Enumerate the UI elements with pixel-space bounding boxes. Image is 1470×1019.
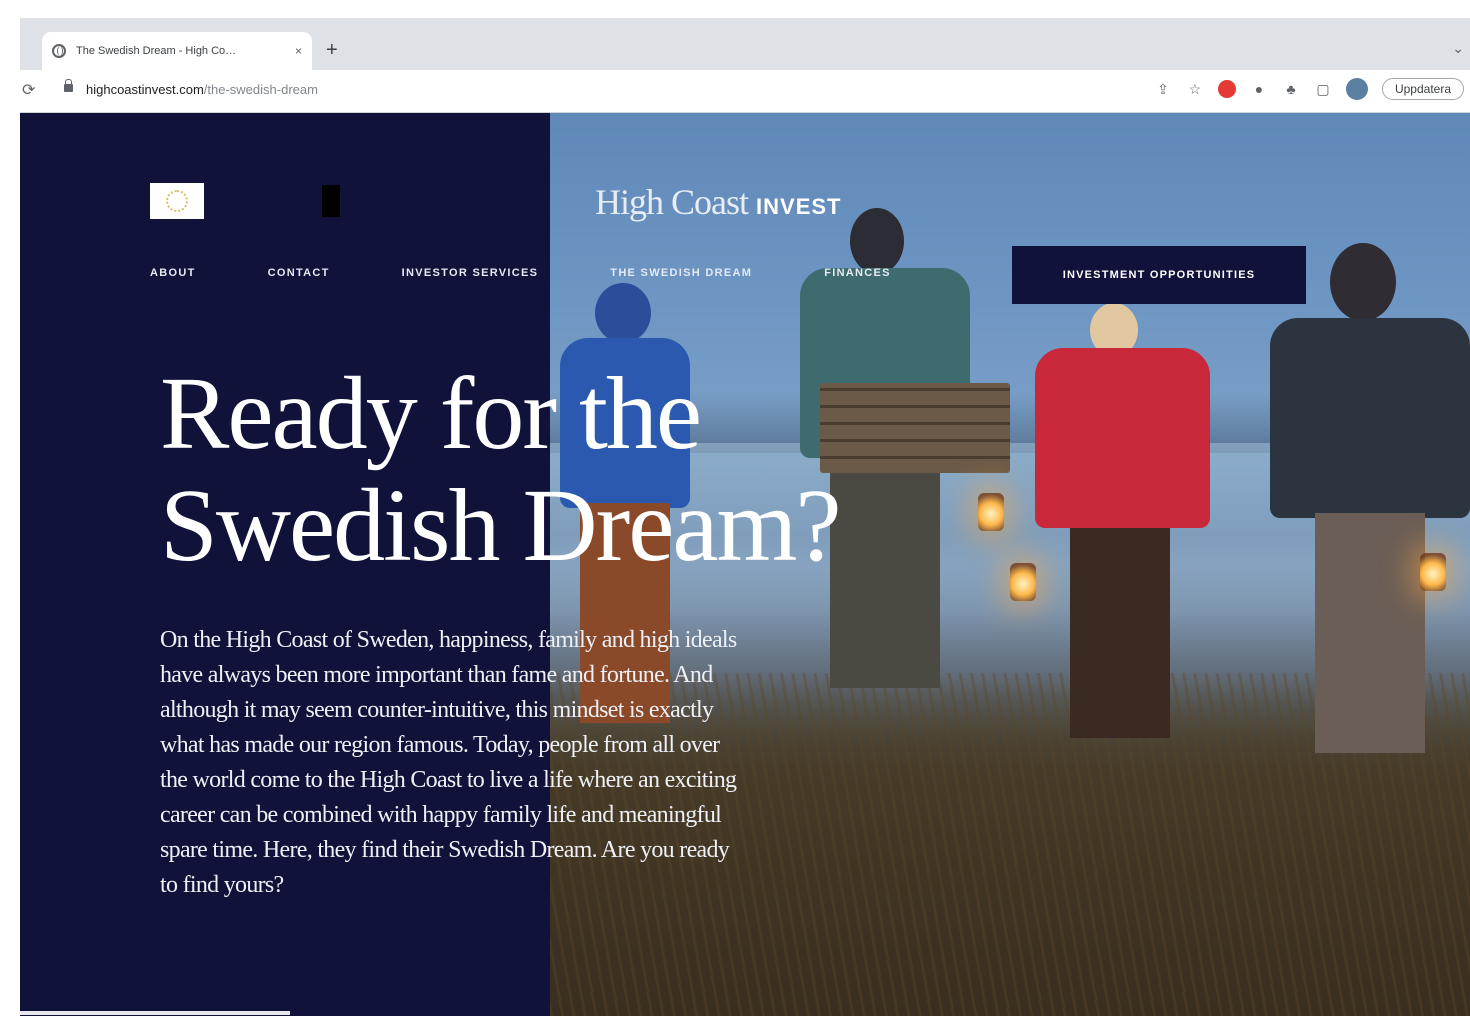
eu-flag-logo [150, 183, 204, 219]
eu-stars-icon [166, 190, 188, 212]
tab-search-icon[interactable]: ⌄ [1452, 40, 1464, 57]
extension-icon[interactable]: ● [1250, 80, 1268, 98]
hero-headline: Ready for the Swedish Dream? [160, 356, 842, 583]
partner-logo-mark [322, 185, 340, 217]
sidepanel-icon[interactable]: ▢ [1314, 80, 1332, 98]
brand-logo[interactable]: High Coast INVEST [595, 181, 841, 223]
brand-serif: High Coast [595, 182, 749, 222]
browser-tab-bar: The Swedish Dream - High Co… × + ⌄ [20, 18, 1470, 70]
url-path: /the-swedish-dream [203, 82, 318, 97]
new-tab-button[interactable]: + [326, 40, 338, 60]
tab-close-icon[interactable]: × [295, 44, 302, 58]
browser-toolbar: ⇪ ☆ ● ♣ ▢ Uppdatera [1154, 78, 1464, 100]
tab-title: The Swedish Dream - High Co… [76, 45, 237, 57]
lantern [1010, 563, 1036, 601]
nav-investor-services[interactable]: INVESTOR SERVICES [402, 267, 539, 279]
share-icon[interactable]: ⇪ [1154, 80, 1172, 98]
nav-finances[interactable]: FINANCES [824, 267, 891, 279]
investment-opportunities-button[interactable]: INVESTMENT OPPORTUNITIES [1012, 246, 1306, 304]
brand-sans: INVEST [756, 194, 842, 219]
page-viewport: High Coast INVEST ABOUT CONTACT INVESTOR… [20, 113, 1470, 1016]
main-nav: ABOUT CONTACT INVESTOR SERVICES THE SWED… [150, 267, 963, 279]
status-bar [20, 1011, 290, 1015]
puzzle-icon[interactable]: ♣ [1282, 80, 1300, 98]
nav-swedish-dream[interactable]: THE SWEDISH DREAM [610, 267, 752, 279]
browser-tab[interactable]: The Swedish Dream - High Co… × [42, 32, 312, 70]
lantern [1420, 553, 1446, 591]
partner-logos [150, 183, 434, 219]
lock-icon[interactable] [64, 79, 73, 92]
update-button[interactable]: Uppdatera [1381, 78, 1464, 100]
hiker-dark [1270, 243, 1470, 763]
lantern [978, 493, 1004, 531]
screen-top-strip [0, 0, 1470, 18]
extension-red-icon[interactable] [1217, 80, 1236, 98]
hiker-red [1030, 303, 1220, 753]
profile-icon[interactable] [1345, 78, 1368, 100]
nav-contact[interactable]: CONTACT [268, 267, 330, 279]
url-host: highcoastinvest.com [86, 82, 204, 97]
nav-about[interactable]: ABOUT [150, 267, 196, 279]
url-field[interactable]: highcoastinvest.com/the-swedish-dream [86, 82, 318, 97]
star-icon[interactable]: ☆ [1186, 80, 1204, 98]
globe-icon [52, 44, 66, 58]
hero-intro: On the High Coast of Sweden, happiness, … [160, 627, 737, 898]
address-bar-row: ⟳ highcoastinvest.com/the-swedish-dream … [20, 70, 1470, 113]
reload-icon[interactable]: ⟳ [22, 80, 35, 100]
